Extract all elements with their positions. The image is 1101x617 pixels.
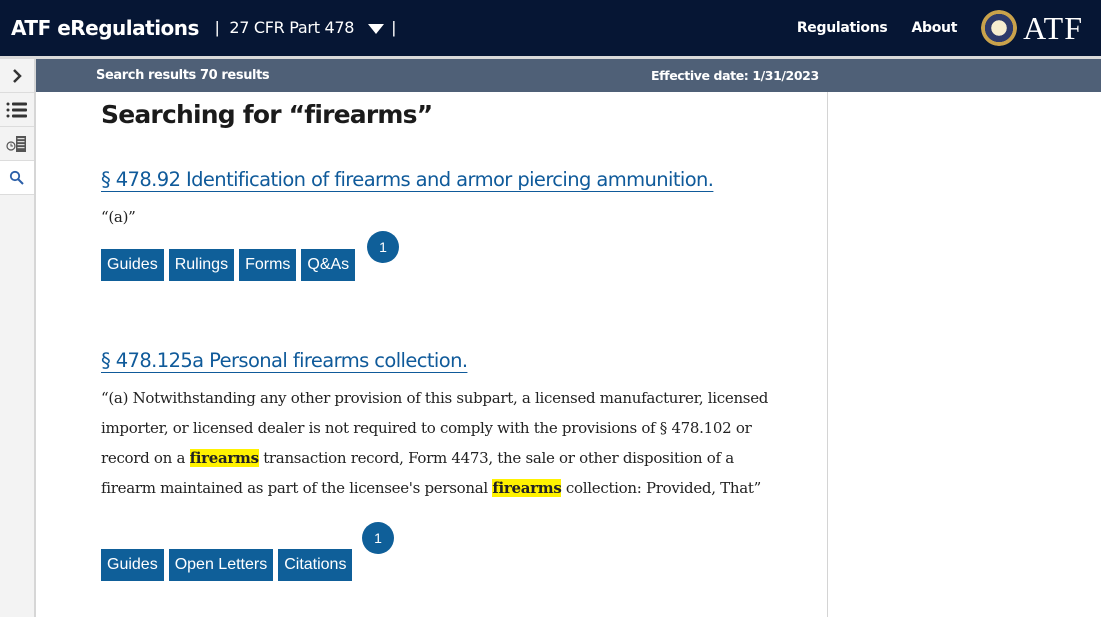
tag-guides[interactable]: Guides [101,249,164,281]
tag-rulings[interactable]: Rulings [168,249,235,281]
effective-date: Effective date: 1/31/2023 [651,68,819,83]
header-separator: | [391,18,396,37]
atf-logo[interactable]: ATF [1023,10,1083,47]
tag-forms[interactable]: Forms [239,249,297,281]
table-of-contents-button[interactable] [0,93,34,127]
tag-guides[interactable]: Guides [101,549,164,581]
search-icon [9,170,24,185]
table-of-contents-icon [6,102,27,117]
search-highlight: firearms [189,449,259,467]
count-badge: 1 [362,522,394,554]
right-panel-divider [827,92,828,617]
nav-about[interactable]: About [911,20,957,36]
search-results-panel: Searching for “firearms” § 478.92 Identi… [36,92,827,617]
site-brand[interactable]: ATF eRegulations [11,16,199,40]
tag-open-letters[interactable]: Open Letters [168,549,274,581]
timeline-button[interactable] [0,127,34,161]
page-title: Searching for “firearms” [101,100,433,129]
timeline-icon [6,135,26,152]
result-tags: Guides Rulings Forms Q&As [101,249,356,281]
tag-citations[interactable]: Citations [278,549,353,581]
search-highlight: firearms [492,479,562,497]
result-snippet: “(a)” [101,208,136,226]
part-selector-label: 27 CFR Part 478 [229,18,355,37]
caret-down-icon [367,23,384,34]
main-nav: Regulations About ATF [797,0,1101,56]
site-header: ATF eRegulations | 27 CFR Part 478 | Reg… [0,0,1101,56]
result-tags: Guides Open Letters Citations [101,549,353,581]
result-title-link[interactable]: § 478.92 Identification of firearms and … [101,168,714,191]
count-badge: 1 [367,231,399,263]
header-separator: | [214,18,220,37]
chevron-right-icon [13,68,22,83]
result-title-link[interactable]: § 478.125a Personal firearms collection. [101,349,468,372]
atf-seal-icon [981,10,1018,46]
results-count: Search results 70 results [96,68,270,83]
part-selector[interactable]: 27 CFR Part 478 [229,18,384,38]
tag-qas[interactable]: Q&As [301,249,356,281]
search-button[interactable] [0,161,34,195]
snippet-text: collection: Provided, That” [561,479,761,497]
result-snippet: “(a) Notwithstanding any other provision… [101,383,771,503]
nav-regulations[interactable]: Regulations [797,20,888,36]
results-bar: Search results 70 results Effective date… [36,59,1101,92]
expand-sidebar-button[interactable] [0,59,34,93]
left-rail [0,59,36,617]
